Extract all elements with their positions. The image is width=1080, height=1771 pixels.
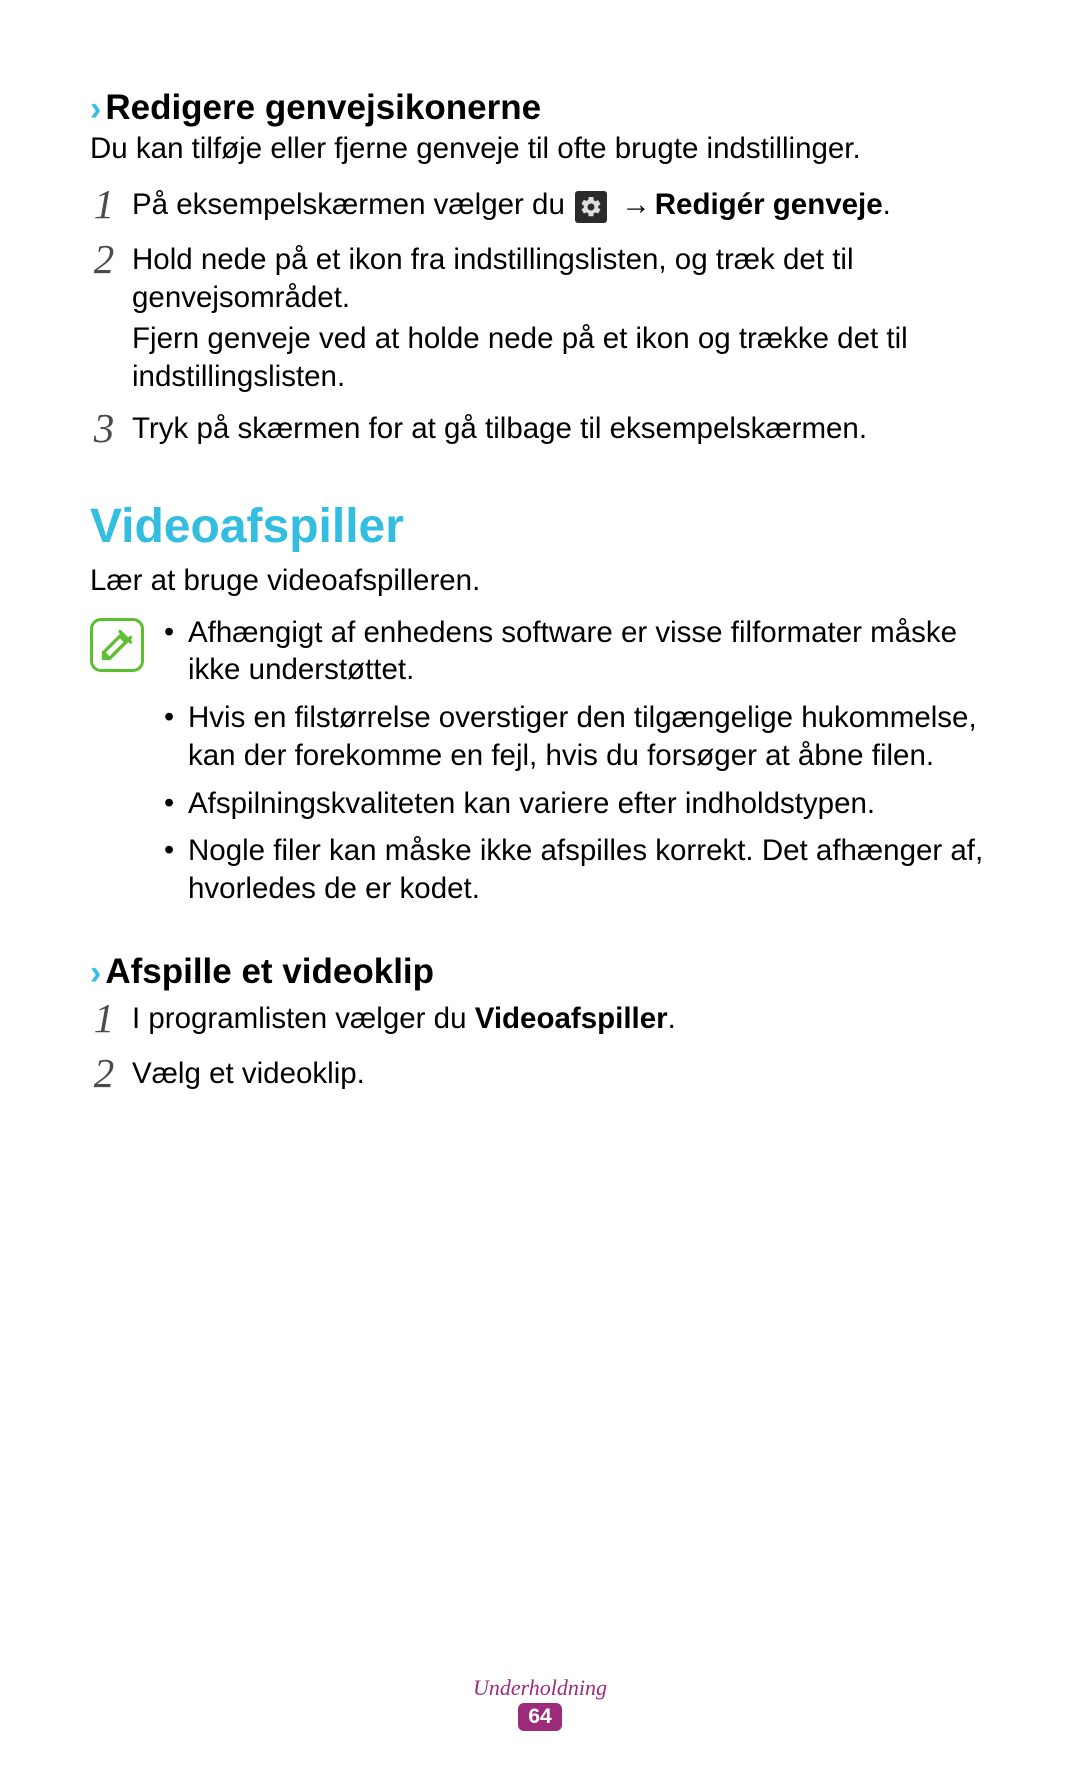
- page-number-badge: 64: [518, 1703, 562, 1731]
- subheading-text: Redigere genvejsikonerne: [105, 88, 541, 128]
- step-row: 1 På eksempelskærmen vælger du →Redigér …: [90, 186, 990, 227]
- step-number: 1: [90, 184, 118, 225]
- main-heading: Videoafspiller: [90, 499, 990, 554]
- step-row: 2 Vælg et videoklip.: [90, 1055, 990, 1096]
- step-body: Hold nede på et ikon fra indstillingslis…: [132, 241, 990, 396]
- subheading-play: › Afspille et videoklip: [90, 952, 990, 992]
- bullet-item: Nogle filer kan måske ikke afspilles kor…: [162, 832, 990, 908]
- section-play-video: › Afspille et videoklip 1 I programliste…: [90, 952, 990, 1096]
- step-bold: Videoafspiller: [475, 1002, 668, 1035]
- subheading-text: Afspille et videoklip: [105, 952, 434, 992]
- steps-list: 1 På eksempelskærmen vælger du →Redigér …: [90, 186, 990, 451]
- gear-icon: [575, 191, 607, 223]
- bullet-list: Afhængigt af enhedens software er visse …: [162, 614, 990, 908]
- step-number: 1: [90, 998, 118, 1039]
- bullet-item: Afhængigt af enhedens software er visse …: [162, 614, 990, 690]
- note-icon: [90, 618, 144, 672]
- step-body: I programlisten vælger du Videoafspiller…: [132, 1000, 990, 1038]
- page-content: › Redigere genvejsikonerne Du kan tilføj…: [0, 0, 1080, 1096]
- step-bold: Redigér genveje: [655, 188, 883, 221]
- intro-text: Du kan tilføje eller fjerne genveje til …: [90, 130, 990, 168]
- step-row: 3 Tryk på skærmen for at gå tilbage til …: [90, 410, 990, 451]
- step-number: 2: [90, 239, 118, 280]
- note-body: Afhængigt af enhedens software er visse …: [162, 614, 990, 918]
- step-suffix: .: [883, 188, 891, 221]
- page-footer: Underholdning 64: [0, 1675, 1080, 1731]
- step-text: Vælg et videoklip.: [132, 1055, 990, 1093]
- steps-list: 1 I programlisten vælger du Videoafspill…: [90, 1000, 990, 1096]
- step-row: 1 I programlisten vælger du Videoafspill…: [90, 1000, 990, 1041]
- chevron-icon: ›: [90, 90, 101, 129]
- step-text: Fjern genveje ved at holde nede på et ik…: [132, 320, 990, 396]
- step-number: 2: [90, 1053, 118, 1094]
- subheading-shortcuts: › Redigere genvejsikonerne: [90, 88, 990, 128]
- step-text: På eksempelskærmen vælger du: [132, 188, 573, 221]
- step-text: Hold nede på et ikon fra indstillingslis…: [132, 241, 990, 317]
- note-block: Afhængigt af enhedens software er visse …: [90, 614, 990, 918]
- step-number: 3: [90, 408, 118, 449]
- arrow-icon: →: [621, 188, 651, 221]
- step-row: 2 Hold nede på et ikon fra indstillingsl…: [90, 241, 990, 396]
- step-suffix: .: [668, 1002, 676, 1035]
- bullet-item: Hvis en filstørrelse overstiger den tilg…: [162, 699, 990, 775]
- step-text: I programlisten vælger du: [132, 1002, 475, 1035]
- step-text: Tryk på skærmen for at gå tilbage til ek…: [132, 410, 990, 448]
- bullet-item: Afspilningskvaliteten kan variere efter …: [162, 785, 990, 823]
- footer-label: Underholdning: [0, 1675, 1080, 1701]
- main-intro: Lær at bruge videoafspilleren.: [90, 562, 990, 600]
- step-body: På eksempelskærmen vælger du →Redigér ge…: [132, 186, 990, 224]
- chevron-icon: ›: [90, 954, 101, 993]
